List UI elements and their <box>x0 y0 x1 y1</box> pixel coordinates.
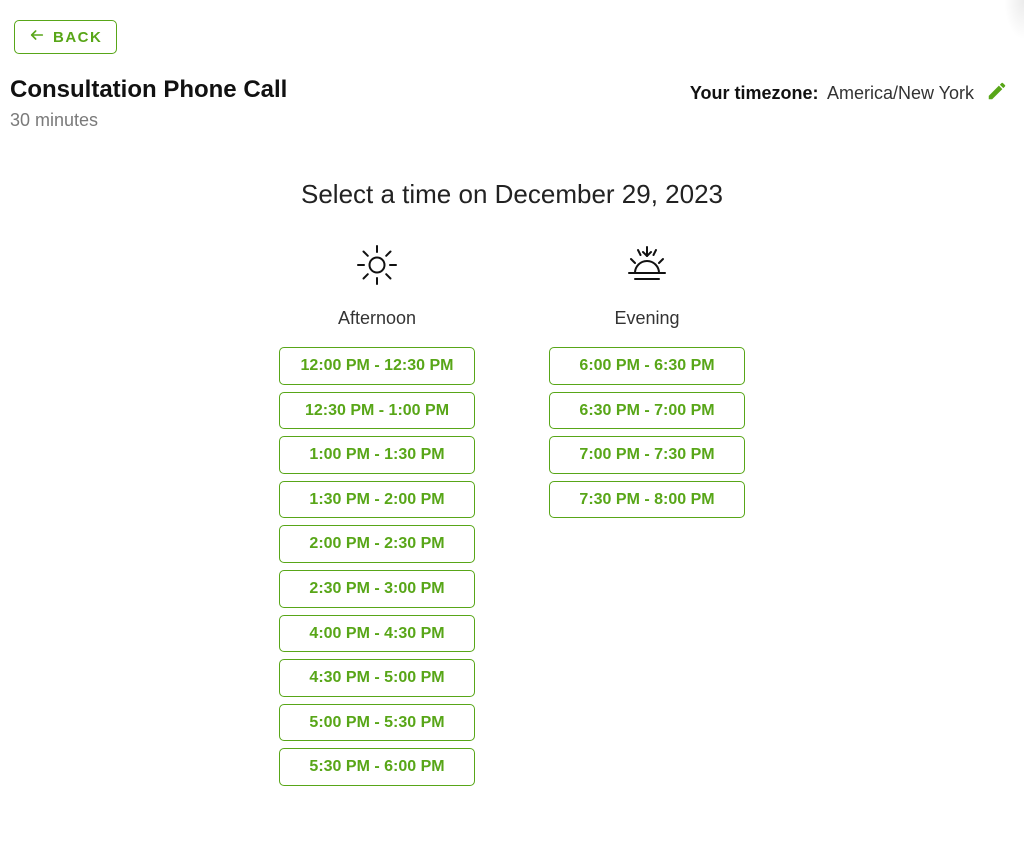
time-slot[interactable]: 7:30 PM - 8:00 PM <box>549 481 745 519</box>
back-button-label: BACK <box>53 29 102 46</box>
sunset-icon <box>623 240 671 290</box>
select-time-prompt: Select a time on December 29, 2023 <box>10 179 1014 210</box>
timezone-label: Your timezone: <box>690 83 819 103</box>
evening-label: Evening <box>614 308 679 329</box>
time-slot[interactable]: 6:00 PM - 6:30 PM <box>549 347 745 385</box>
time-columns: Afternoon 12:00 PM - 12:30 PM 12:30 PM -… <box>10 240 1014 786</box>
page-title: Consultation Phone Call <box>10 76 287 104</box>
time-slot[interactable]: 4:30 PM - 5:00 PM <box>279 659 475 697</box>
time-slot[interactable]: 6:30 PM - 7:00 PM <box>549 392 745 430</box>
evening-column: Evening 6:00 PM - 6:30 PM 6:30 PM - 7:00… <box>542 240 752 786</box>
afternoon-slots: 12:00 PM - 12:30 PM 12:30 PM - 1:00 PM 1… <box>272 347 482 786</box>
evening-slots: 6:00 PM - 6:30 PM 6:30 PM - 7:00 PM 7:00… <box>542 347 752 518</box>
afternoon-column: Afternoon 12:00 PM - 12:30 PM 12:30 PM -… <box>272 240 482 786</box>
title-block: Consultation Phone Call 30 minutes <box>10 76 287 131</box>
time-slot[interactable]: 5:00 PM - 5:30 PM <box>279 704 475 742</box>
time-slot[interactable]: 2:00 PM - 2:30 PM <box>279 525 475 563</box>
time-slot[interactable]: 12:00 PM - 12:30 PM <box>279 347 475 385</box>
timezone-block: Your timezone: America/New York <box>690 80 1008 107</box>
time-slot[interactable]: 2:30 PM - 3:00 PM <box>279 570 475 608</box>
duration-text: 30 minutes <box>10 110 287 131</box>
back-button[interactable]: BACK <box>14 20 117 54</box>
timezone-value: America/New York <box>827 83 974 103</box>
afternoon-label: Afternoon <box>338 308 416 329</box>
time-slot[interactable]: 4:00 PM - 4:30 PM <box>279 615 475 653</box>
decorative-shadow <box>1004 0 1024 40</box>
pencil-icon[interactable] <box>986 80 1008 107</box>
time-slot[interactable]: 1:00 PM - 1:30 PM <box>279 436 475 474</box>
time-slot[interactable]: 1:30 PM - 2:00 PM <box>279 481 475 519</box>
time-slot[interactable]: 7:00 PM - 7:30 PM <box>549 436 745 474</box>
time-slot[interactable]: 12:30 PM - 1:00 PM <box>279 392 475 430</box>
sun-icon <box>353 240 401 290</box>
time-slot[interactable]: 5:30 PM - 6:00 PM <box>279 748 475 786</box>
arrow-left-icon <box>29 27 45 47</box>
